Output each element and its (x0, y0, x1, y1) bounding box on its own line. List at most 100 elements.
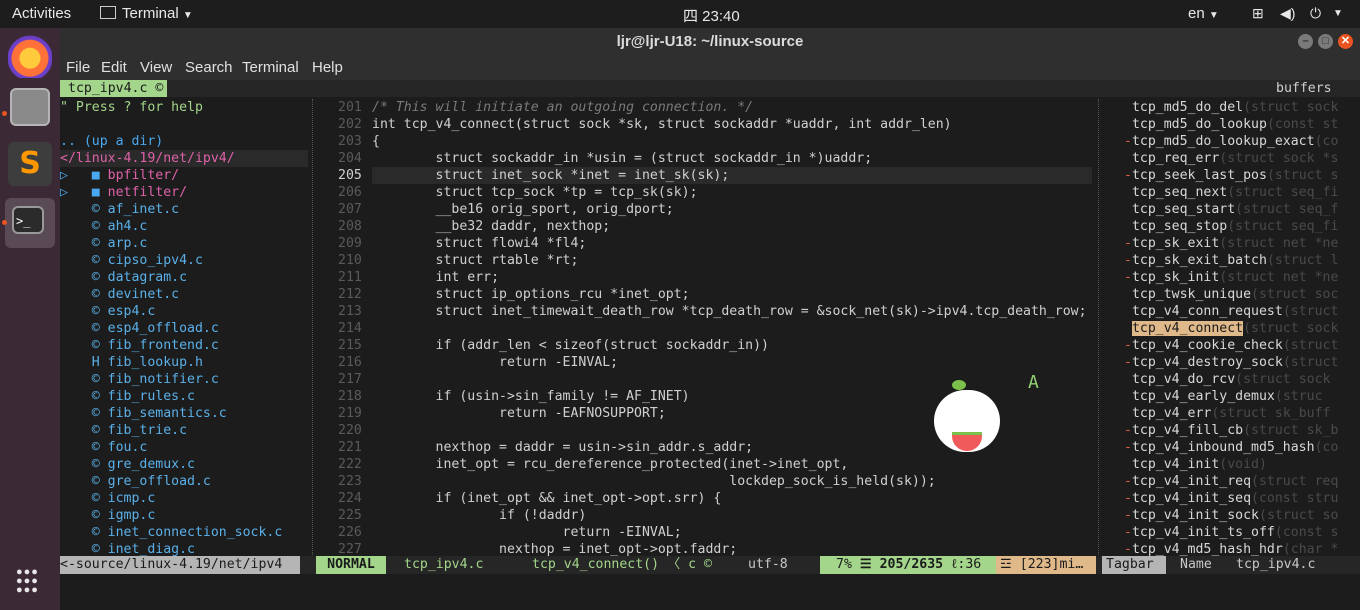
code-line[interactable]: struct rtable *rt; (372, 252, 579, 269)
tagbar-item[interactable]: tcp_v4_do_rcv(struct sock (1124, 371, 1331, 388)
code-line[interactable]: lockdep_sock_is_held(sk)); (372, 473, 935, 490)
menu-terminal[interactable]: Terminal (242, 59, 299, 76)
tree-file-row[interactable]: © igmp.c (60, 507, 156, 524)
tree-file-row[interactable]: © arp.c (60, 235, 148, 252)
input-method[interactable]: en ▼ (1188, 5, 1219, 22)
code-line[interactable]: /* This will initiate an outgoing connec… (372, 99, 753, 116)
firefox-icon[interactable] (8, 34, 52, 78)
tagbar-item[interactable]: -tcp_seek_last_pos(struct s (1124, 167, 1338, 184)
tagbar-item[interactable]: -tcp_sk_exit_batch(struct l (1124, 252, 1338, 269)
code-line[interactable]: struct inet_sock *inet = inet_sk(sk); (372, 167, 730, 184)
tagbar-item[interactable]: tcp_seq_start(struct seq_f (1124, 201, 1338, 218)
code-line[interactable]: if (!daddr) (372, 507, 586, 524)
vim-tab-active[interactable]: tcp_ipv4.c © (60, 80, 168, 97)
tagbar-item[interactable]: tcp_req_err(struct sock *s (1124, 150, 1338, 167)
tree-file-row[interactable]: © fib_trie.c (60, 422, 187, 439)
code-line[interactable]: inet_opt = rcu_dereference_protected(ine… (372, 456, 849, 473)
tagbar-item[interactable]: -tcp_v4_destroy_sock(struct (1124, 354, 1338, 371)
clock[interactable]: 四 23:40 (683, 5, 740, 26)
tagbar-item[interactable]: -tcp_v4_init_ts_off(const s (1124, 524, 1338, 541)
code-line[interactable]: struct sockaddr_in *usin = (struct socka… (372, 150, 873, 167)
tree-file-row[interactable]: © gre_demux.c (60, 456, 195, 473)
tree-file-row[interactable]: © devinet.c (60, 286, 179, 303)
terminal-icon[interactable]: >_ (12, 206, 44, 234)
tagbar-item[interactable]: tcp_v4_early_demux(struc (1124, 388, 1323, 405)
tagbar-item[interactable]: -tcp_v4_init_sock(struct so (1124, 507, 1338, 524)
tagbar-item[interactable]: -tcp_v4_fill_cb(struct sk_b (1124, 422, 1338, 439)
code-line[interactable]: int err; (372, 269, 500, 286)
vim-tab-buffers[interactable]: buffers (1276, 80, 1332, 97)
code-line[interactable]: if (usin->sin_family != AF_INET) (372, 388, 690, 405)
code-line[interactable]: struct flowi4 *fl4; (372, 235, 587, 252)
menu-search[interactable]: Search (185, 59, 233, 76)
line-number: 215 (338, 338, 362, 353)
tagbar-item[interactable]: -tcp_v4_init_seq(const stru (1124, 490, 1338, 507)
tagbar-item[interactable]: tcp_v4_err(struct sk_buff (1124, 405, 1331, 422)
tagbar-item[interactable]: -tcp_v4_init_req(struct req (1124, 473, 1338, 490)
volume-icon[interactable]: ◀) (1280, 5, 1295, 22)
window-titlebar[interactable]: ljr@ljr-U18: ~/linux-source – □ ✕ (60, 28, 1360, 56)
files-icon[interactable] (10, 88, 50, 126)
tree-dir-row[interactable]: ▷ ■ netfilter/ (60, 184, 187, 201)
code-line[interactable]: struct tcp_sock *tp = tcp_sk(sk); (372, 184, 698, 201)
tagbar-item[interactable]: -tcp_md5_do_lookup_exact(co (1124, 133, 1338, 150)
tree-file-row[interactable]: © af_inet.c (60, 201, 179, 218)
code-line[interactable]: struct ip_options_rcu *inet_opt; (372, 286, 690, 303)
code-line[interactable]: if (inet_opt && inet_opt->opt.srr) { (372, 490, 722, 507)
tree-file-row[interactable]: © esp4_offload.c (60, 320, 219, 337)
code-line[interactable]: if (addr_len < sizeof(struct sockaddr_in… (372, 337, 769, 354)
code-line[interactable]: struct inet_timewait_death_row *tcp_deat… (372, 303, 1087, 320)
sublime-text-icon[interactable]: S (8, 142, 52, 186)
tagbar-item[interactable]: tcp_twsk_unique(struct soc (1124, 286, 1338, 303)
tree-file-row[interactable]: © fib_semantics.c (60, 405, 227, 422)
tree-file-row[interactable]: © inet_connection_sock.c (60, 524, 283, 541)
tree-file-row[interactable]: © ah4.c (60, 218, 148, 235)
close-button[interactable]: ✕ (1338, 34, 1353, 49)
tagbar-item[interactable]: tcp_md5_do_del(struct sock (1124, 99, 1338, 116)
tagbar-item[interactable]: -tcp_v4_inbound_md5_hash(co (1124, 439, 1338, 456)
tree-file-row[interactable]: © icmp.c (60, 490, 156, 507)
tagbar-item[interactable]: -tcp_v4_cookie_check(struct (1124, 337, 1338, 354)
tree-file-row[interactable]: © fib_rules.c (60, 388, 195, 405)
code-line[interactable]: return -EINVAL; (372, 524, 682, 541)
code-line[interactable]: return -EAFNOSUPPORT; (372, 405, 666, 422)
menu-help[interactable]: Help (312, 59, 343, 76)
show-applications-icon[interactable]: ●●● ●●● ●●● (16, 567, 44, 596)
code-line[interactable]: int tcp_v4_connect(struct sock *sk, stru… (372, 116, 952, 133)
tree-file-row[interactable]: H fib_lookup.h (60, 354, 203, 371)
activities-button[interactable]: Activities (12, 5, 71, 22)
terminal-content[interactable]: tcp_ipv4.c © buffers " Press ? for help.… (60, 80, 1360, 610)
code-line[interactable]: __be32 daddr, nexthop; (372, 218, 611, 235)
menu-file[interactable]: File (66, 59, 90, 76)
tagbar-item[interactable]: tcp_v4_connect(struct sock (1124, 320, 1338, 337)
chevron-down-icon[interactable]: ▼ (1333, 8, 1343, 19)
tree-dir-row[interactable]: ▷ ■ bpfilter/ (60, 167, 179, 184)
tagbar-item[interactable]: tcp_md5_do_lookup(const st (1124, 116, 1338, 133)
code-line[interactable]: __be16 orig_sport, orig_dport; (372, 201, 674, 218)
tagbar-item[interactable]: tcp_v4_conn_request(struct (1124, 303, 1338, 320)
minimize-button[interactable]: – (1298, 34, 1313, 49)
tree-file-row[interactable]: © esp4.c (60, 303, 156, 320)
code-line[interactable]: nexthop = daddr = usin->sin_addr.s_addr; (372, 439, 754, 456)
tree-file-row[interactable]: © fib_frontend.c (60, 337, 219, 354)
menu-edit[interactable]: Edit (101, 59, 127, 76)
tagbar-item[interactable]: -tcp_sk_exit(struct net *ne (1124, 235, 1338, 252)
maximize-button[interactable]: □ (1318, 34, 1333, 49)
tree-file-row[interactable]: © gre_offload.c (60, 473, 211, 490)
menu-view[interactable]: View (140, 59, 172, 76)
tree-up-dir[interactable]: .. (up a dir) (60, 133, 163, 150)
power-icon[interactable]: ⏻ (1310, 5, 1321, 22)
tree-file-row[interactable]: © fib_notifier.c (60, 371, 219, 388)
tree-file-row[interactable]: © fou.c (60, 439, 148, 456)
tree-file-row[interactable]: © cipso_ipv4.c (60, 252, 203, 269)
app-menu[interactable]: Terminal ▼ (100, 5, 193, 22)
tagbar-item[interactable]: tcp_seq_stop(struct seq_fi (1124, 218, 1338, 235)
network-icon[interactable]: ⊞ (1252, 5, 1264, 22)
tree-file-row[interactable]: © datagram.c (60, 269, 187, 286)
status-encoding: utf-8 (748, 557, 788, 572)
tagbar-item[interactable]: tcp_seq_next(struct seq_fi (1124, 184, 1338, 201)
code-line[interactable]: return -EINVAL; (372, 354, 618, 371)
tagbar-item[interactable]: tcp_v4_init(void) (1124, 456, 1267, 473)
tagbar-item[interactable]: -tcp_sk_init(struct net *ne (1124, 269, 1338, 286)
code-line[interactable]: { (372, 133, 380, 150)
